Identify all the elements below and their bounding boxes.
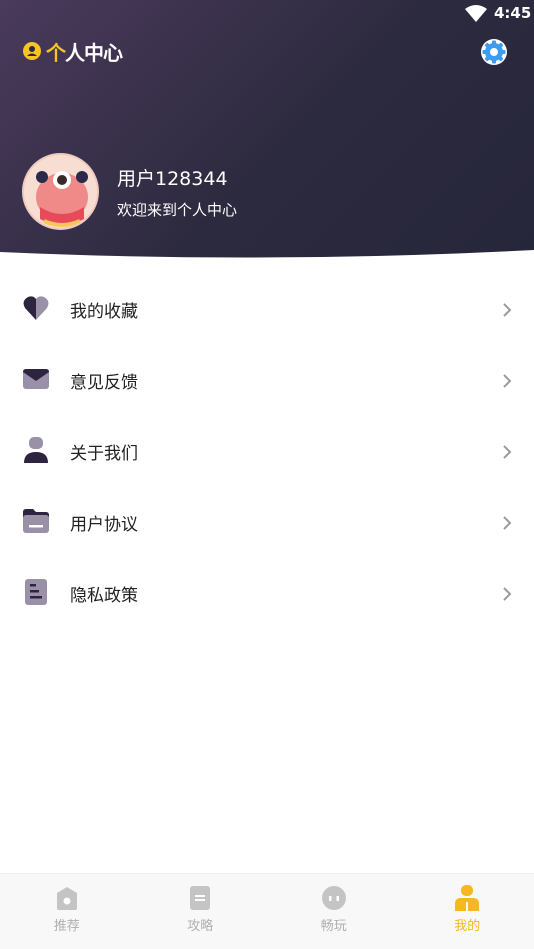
- document-icon: [25, 579, 47, 605]
- menu-item-label: 用户协议: [70, 515, 138, 535]
- gear-icon[interactable]: [480, 38, 508, 66]
- menu-item-label: 我的收藏: [70, 302, 138, 322]
- status-bar: 4:45: [0, 0, 534, 28]
- menu-item-label: 关于我们: [70, 444, 138, 464]
- header-curve: [0, 250, 534, 266]
- bottom-nav: 推荐 攻略 畅玩 我的: [0, 873, 534, 949]
- nav-item-mine[interactable]: 我的: [401, 874, 534, 949]
- page-title-rest: 人中心: [65, 40, 123, 65]
- avatar-image: [24, 155, 97, 228]
- user-circle-icon: [23, 42, 41, 60]
- game-icon: [321, 886, 346, 910]
- chevron-right-icon: [503, 587, 512, 601]
- nav-item-play[interactable]: 畅玩: [267, 874, 401, 949]
- menu-item-privacy[interactable]: 隐私政策: [0, 557, 534, 628]
- profile-icon: [455, 885, 480, 911]
- nav-label: 我的: [454, 919, 481, 934]
- profile-header: 4:45 个人中心 用户128344 欢迎来到个人中心: [0, 0, 534, 266]
- page-title-accent: 个: [46, 40, 66, 65]
- menu-item-label: 意见反馈: [70, 373, 138, 393]
- mail-icon: [23, 369, 49, 389]
- chevron-right-icon: [503, 516, 512, 530]
- menu-item-agreement[interactable]: 用户协议: [0, 486, 534, 557]
- home-icon: [56, 887, 77, 910]
- nav-item-recommend[interactable]: 推荐: [0, 874, 134, 949]
- nav-label: 推荐: [53, 919, 80, 934]
- nav-label: 畅玩: [320, 919, 347, 934]
- menu-item-feedback[interactable]: 意见反馈: [0, 344, 534, 415]
- menu-item-label: 隐私政策: [70, 586, 138, 606]
- welcome-text: 欢迎来到个人中心: [117, 201, 238, 219]
- menu-item-favorites[interactable]: 我的收藏: [0, 273, 534, 344]
- status-time: 4:45: [494, 4, 532, 22]
- page-title: 个人中心: [22, 38, 123, 65]
- nav-item-guide[interactable]: 攻略: [134, 874, 268, 949]
- folder-icon: [23, 509, 49, 533]
- chevron-right-icon: [503, 303, 512, 317]
- person-icon: [24, 437, 48, 463]
- avatar[interactable]: [22, 153, 99, 230]
- settings-menu: 我的收藏 意见反馈 关于我们 用户协议 隐私政策: [0, 273, 534, 628]
- wifi-icon: [465, 5, 487, 22]
- chevron-right-icon: [503, 374, 512, 388]
- username: 用户128344: [117, 168, 228, 190]
- notes-icon: [190, 886, 211, 910]
- menu-item-about[interactable]: 关于我们: [0, 415, 534, 486]
- nav-label: 攻略: [187, 919, 214, 934]
- chevron-right-icon: [503, 445, 512, 459]
- heart-icon: [23, 296, 49, 320]
